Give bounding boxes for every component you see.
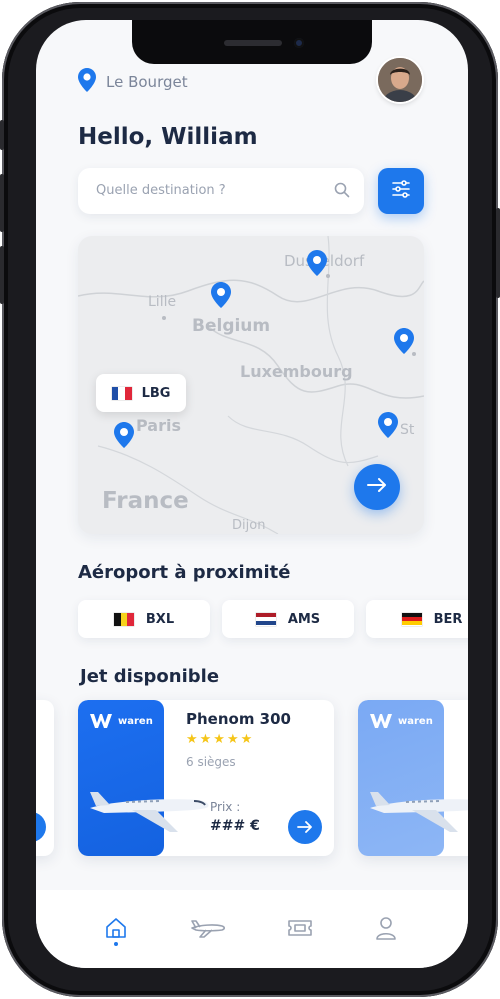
tab-flights[interactable] (188, 910, 228, 950)
brand-name: waren (398, 715, 433, 727)
flag-de-icon (401, 612, 422, 626)
active-tab-indicator (114, 942, 118, 946)
jets-title: Jet disponible (80, 666, 220, 687)
map-pin-icon (78, 68, 96, 96)
jet-card-previous[interactable] (36, 700, 54, 856)
map-label: Belgium (192, 316, 271, 336)
flag-be-icon (113, 612, 134, 626)
airport-pin[interactable] (394, 328, 414, 358)
brand-name: waren (118, 715, 153, 727)
phone-frame: Le Bourget Hello, William Quelle destina… (0, 2, 500, 997)
selected-airport-tag[interactable]: LBG (96, 374, 186, 412)
map-label: Luxembourg (240, 362, 353, 381)
airport-code: BER (433, 611, 463, 627)
jet-card-next[interactable]: waren (358, 700, 468, 856)
airport-pin[interactable] (211, 282, 231, 312)
destination-search[interactable]: Quelle destination ? (78, 168, 364, 214)
jet-plane-icon (370, 792, 468, 832)
greeting: Hello, William (78, 124, 258, 150)
jet-name: Phenom 300 (186, 710, 291, 728)
volume-down-button (0, 246, 4, 304)
tab-profile[interactable] (366, 910, 406, 950)
brand-logo: waren (370, 714, 433, 728)
speaker (224, 40, 282, 46)
camera (294, 38, 304, 48)
jet-image: waren (78, 700, 209, 856)
jet-plane-icon (90, 792, 209, 832)
jets-carousel[interactable]: waren Phenom 300 ★★★★★ 6 sièges Prix : #… (36, 700, 468, 860)
airport-map[interactable]: Lille Belgium Dusseldorf Luxembourg Pari… (78, 236, 424, 534)
jet-image: waren (358, 700, 468, 856)
map-label: Paris (136, 416, 181, 435)
arrow-right-icon (367, 477, 387, 497)
nearby-airports-title: Aéroport à proximité (78, 562, 291, 583)
home-icon (104, 916, 128, 944)
jet-card[interactable]: waren Phenom 300 ★★★★★ 6 sièges Prix : #… (78, 700, 334, 856)
map-label: France (102, 488, 189, 514)
map-label: Dijon (232, 518, 266, 533)
volume-up-button (0, 174, 4, 232)
brand-logo: waren (90, 714, 153, 728)
power-button (496, 208, 500, 298)
user-icon (375, 916, 397, 944)
avatar[interactable] (378, 58, 422, 102)
ticket-icon (287, 918, 313, 942)
search-icon[interactable] (334, 182, 350, 202)
app-screen: Le Bourget Hello, William Quelle destina… (36, 20, 468, 968)
location-name: Le Bourget (106, 73, 188, 91)
airport-code: AMS (287, 611, 321, 627)
airport-code: BXL (145, 611, 175, 627)
bottom-tab-bar (36, 890, 468, 968)
jet-price: ### € (210, 818, 260, 834)
airport-chip-ber[interactable]: BER (366, 600, 468, 638)
map-label: St (400, 422, 415, 438)
notch (132, 20, 372, 64)
filter-sliders-icon (390, 178, 412, 204)
airport-chip-ams[interactable]: AMS (222, 600, 354, 638)
rating-stars: ★★★★★ (186, 732, 255, 747)
airport-pin[interactable] (307, 250, 327, 280)
tab-tickets[interactable] (280, 910, 320, 950)
flag-nl-icon (255, 612, 276, 626)
selected-airport-code: LBG (141, 385, 171, 401)
airport-chip-bxl[interactable]: BXL (78, 600, 210, 638)
airport-pin[interactable] (114, 422, 134, 452)
map-label: Lille (148, 294, 177, 310)
location-selector[interactable]: Le Bourget (78, 68, 188, 96)
filter-button[interactable] (378, 168, 424, 214)
map-go-button[interactable] (354, 464, 400, 510)
mute-switch (0, 120, 4, 150)
arrow-right-icon (297, 818, 313, 837)
nearby-airports-list: BXL AMS BER (78, 600, 468, 638)
flag-fr-icon (111, 386, 132, 400)
search-placeholder: Quelle destination ? (96, 183, 226, 198)
price-label: Prix : (210, 800, 241, 814)
jet-seats: 6 sièges (186, 755, 236, 769)
plane-icon (190, 918, 226, 942)
airport-pin[interactable] (378, 412, 398, 442)
jet-details-button[interactable] (288, 810, 322, 844)
card-go-button-partial (36, 812, 46, 842)
